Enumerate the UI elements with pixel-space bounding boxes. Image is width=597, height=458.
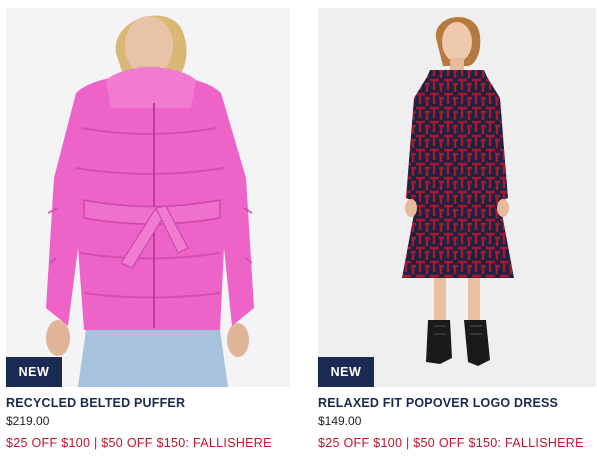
product-price: $149.00 bbox=[318, 414, 362, 428]
product-title[interactable]: RECYCLED BELTED PUFFER bbox=[6, 396, 290, 410]
product-price: $219.00 bbox=[6, 414, 50, 428]
puffer-jacket-photo bbox=[6, 8, 290, 387]
logo-dress-photo bbox=[318, 8, 596, 387]
product-image[interactable]: NEW bbox=[6, 8, 290, 387]
product-card[interactable]: NEW RELAXED FIT POPOVER LOGO DRESS $149.… bbox=[318, 8, 596, 450]
product-image[interactable]: NEW bbox=[318, 8, 596, 387]
new-badge: NEW bbox=[6, 357, 62, 387]
promo-text: $25 OFF $100 | $50 OFF $150: FALLISHERE bbox=[6, 436, 272, 450]
product-title[interactable]: RELAXED FIT POPOVER LOGO DRESS bbox=[318, 396, 596, 410]
product-grid: NEW RECYCLED BELTED PUFFER $219.00 $25 O… bbox=[0, 0, 597, 458]
new-badge: NEW bbox=[318, 357, 374, 387]
promo-text: $25 OFF $100 | $50 OFF $150: FALLISHERE bbox=[318, 436, 584, 450]
product-card[interactable]: NEW RECYCLED BELTED PUFFER $219.00 $25 O… bbox=[6, 8, 290, 450]
